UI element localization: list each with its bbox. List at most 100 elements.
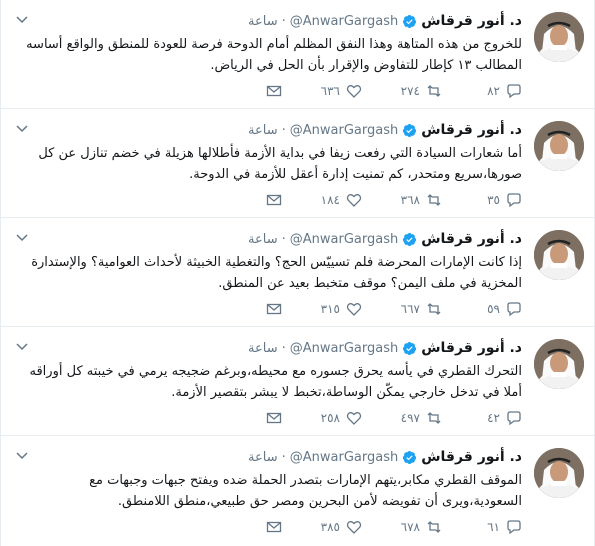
retweet-count: ٦٦٧ [400,302,420,316]
like-count: ٦٣٦ [320,84,340,98]
tweet-header: د. أنور قرقاش @AnwarGargash · ساعة [41,447,522,467]
separator-dot: · [281,449,286,465]
like-button[interactable]: ٢٥٨ [282,410,362,426]
like-count: ٢٥٨ [320,411,340,425]
separator-dot: · [281,340,286,356]
chevron-down-icon[interactable] [15,230,29,244]
chevron-down-icon[interactable] [15,12,29,26]
reply-button[interactable]: ٦١ [442,519,522,535]
tweet-text: الموقف القطري مكابر،يتهم الإمارات بتصدر … [89,473,522,509]
envelope-icon [266,301,282,317]
like-button[interactable]: ٣٨٥ [282,519,362,535]
reply-count: ٦١ [487,520,500,534]
like-button[interactable]: ٦٣٦ [282,83,362,99]
verified-badge-icon [402,14,417,29]
like-button[interactable]: ٣١٥ [282,301,362,317]
tweet-text: إذا كانت الإمارات المحرضة فلم تسييّس الح… [31,255,522,291]
like-count: ٣٨٥ [320,520,340,534]
avatar[interactable] [534,448,584,498]
envelope-icon [266,410,282,426]
reply-button[interactable]: ٣٥ [442,192,522,208]
reply-count: ٥٩ [487,302,500,316]
retweet-button[interactable]: ٦٧٨ [362,519,442,535]
reply-count: ٣٥ [487,193,500,207]
heart-icon [346,410,362,426]
tweet-actions: ٦١ ٦٧٨ ٣٨٥ [252,518,522,536]
envelope-icon [266,83,282,99]
direct-message-button[interactable] [252,410,282,426]
retweet-icon [426,410,442,426]
retweet-button[interactable]: ٢٧٤ [362,83,442,99]
reply-button[interactable]: ٥٩ [442,301,522,317]
retweet-icon [426,519,442,535]
avatar[interactable] [534,12,584,62]
author-name[interactable]: د. أنور قرقاش [421,13,522,29]
retweet-button[interactable]: ٣٦٨ [362,192,442,208]
tweet[interactable]: د. أنور قرقاش @AnwarGargash · ساعة للخرو… [1,0,594,109]
chevron-down-icon[interactable] [15,339,29,353]
chevron-down-icon[interactable] [15,448,29,462]
envelope-icon [266,519,282,535]
separator-dot: · [281,13,286,29]
reply-count: ٨٢ [487,84,500,98]
retweet-count: ٣٦٨ [400,193,420,207]
reply-icon [506,192,522,208]
tweet-timestamp[interactable]: ساعة [248,123,278,138]
author-handle[interactable]: @AnwarGargash [290,341,398,356]
reply-icon [506,410,522,426]
heart-icon [346,83,362,99]
heart-icon [346,301,362,317]
author-name[interactable]: د. أنور قرقاش [421,340,522,356]
tweet-header: د. أنور قرقاش @AnwarGargash · ساعة [41,229,522,249]
separator-dot: · [281,231,286,247]
tweet-actions: ٤٢ ٤٩٧ ٢٥٨ [252,409,522,427]
chevron-down-icon[interactable] [15,121,29,135]
retweet-count: ٦٧٨ [400,520,420,534]
tweet-header: د. أنور قرقاش @AnwarGargash · ساعة [41,338,522,358]
tweet-timeline: د. أنور قرقاش @AnwarGargash · ساعة للخرو… [0,0,595,546]
like-button[interactable]: ١٨٤ [282,192,362,208]
tweet-timestamp[interactable]: ساعة [248,450,278,465]
author-handle[interactable]: @AnwarGargash [290,232,398,247]
tweet[interactable]: د. أنور قرقاش @AnwarGargash · ساعة الموق… [1,436,594,546]
direct-message-button[interactable] [252,519,282,535]
reply-button[interactable]: ٤٢ [442,410,522,426]
author-handle[interactable]: @AnwarGargash [290,14,398,29]
author-handle[interactable]: @AnwarGargash [290,450,398,465]
author-handle[interactable]: @AnwarGargash [290,123,398,138]
retweet-count: ٢٧٤ [400,84,420,98]
tweet-timestamp[interactable]: ساعة [248,341,278,356]
author-name[interactable]: د. أنور قرقاش [421,449,522,465]
direct-message-button[interactable] [252,83,282,99]
tweet[interactable]: د. أنور قرقاش @AnwarGargash · ساعة التحر… [1,327,594,436]
tweet[interactable]: د. أنور قرقاش @AnwarGargash · ساعة إذا ك… [1,218,594,327]
retweet-icon [426,301,442,317]
tweet-timestamp[interactable]: ساعة [248,232,278,247]
tweet-actions: ٥٩ ٦٦٧ ٣١٥ [252,300,522,318]
retweet-button[interactable]: ٤٩٧ [362,410,442,426]
avatar[interactable] [534,230,584,280]
tweet-timestamp[interactable]: ساعة [248,14,278,29]
avatar[interactable] [534,339,584,389]
tweet-actions: ٣٥ ٣٦٨ ١٨٤ [252,191,522,209]
tweet-header: د. أنور قرقاش @AnwarGargash · ساعة [41,120,522,140]
author-name[interactable]: د. أنور قرقاش [421,231,522,247]
tweet-text: التحرك القطري في يأسه يحرق جسوره مع محيط… [29,364,523,400]
verified-badge-icon [402,341,417,356]
author-name[interactable]: د. أنور قرقاش [421,122,522,138]
retweet-icon [426,83,442,99]
retweet-icon [426,192,442,208]
reply-icon [506,83,522,99]
direct-message-button[interactable] [252,192,282,208]
reply-button[interactable]: ٨٢ [442,83,522,99]
reply-icon [506,519,522,535]
verified-badge-icon [402,450,417,465]
tweet[interactable]: د. أنور قرقاش @AnwarGargash · ساعة أما ش… [1,109,594,218]
retweet-button[interactable]: ٦٦٧ [362,301,442,317]
tweet-actions: ٨٢ ٢٧٤ ٦٣٦ [252,82,522,100]
reply-icon [506,301,522,317]
reply-count: ٤٢ [487,411,500,425]
direct-message-button[interactable] [252,301,282,317]
avatar[interactable] [534,121,584,171]
separator-dot: · [281,122,286,138]
